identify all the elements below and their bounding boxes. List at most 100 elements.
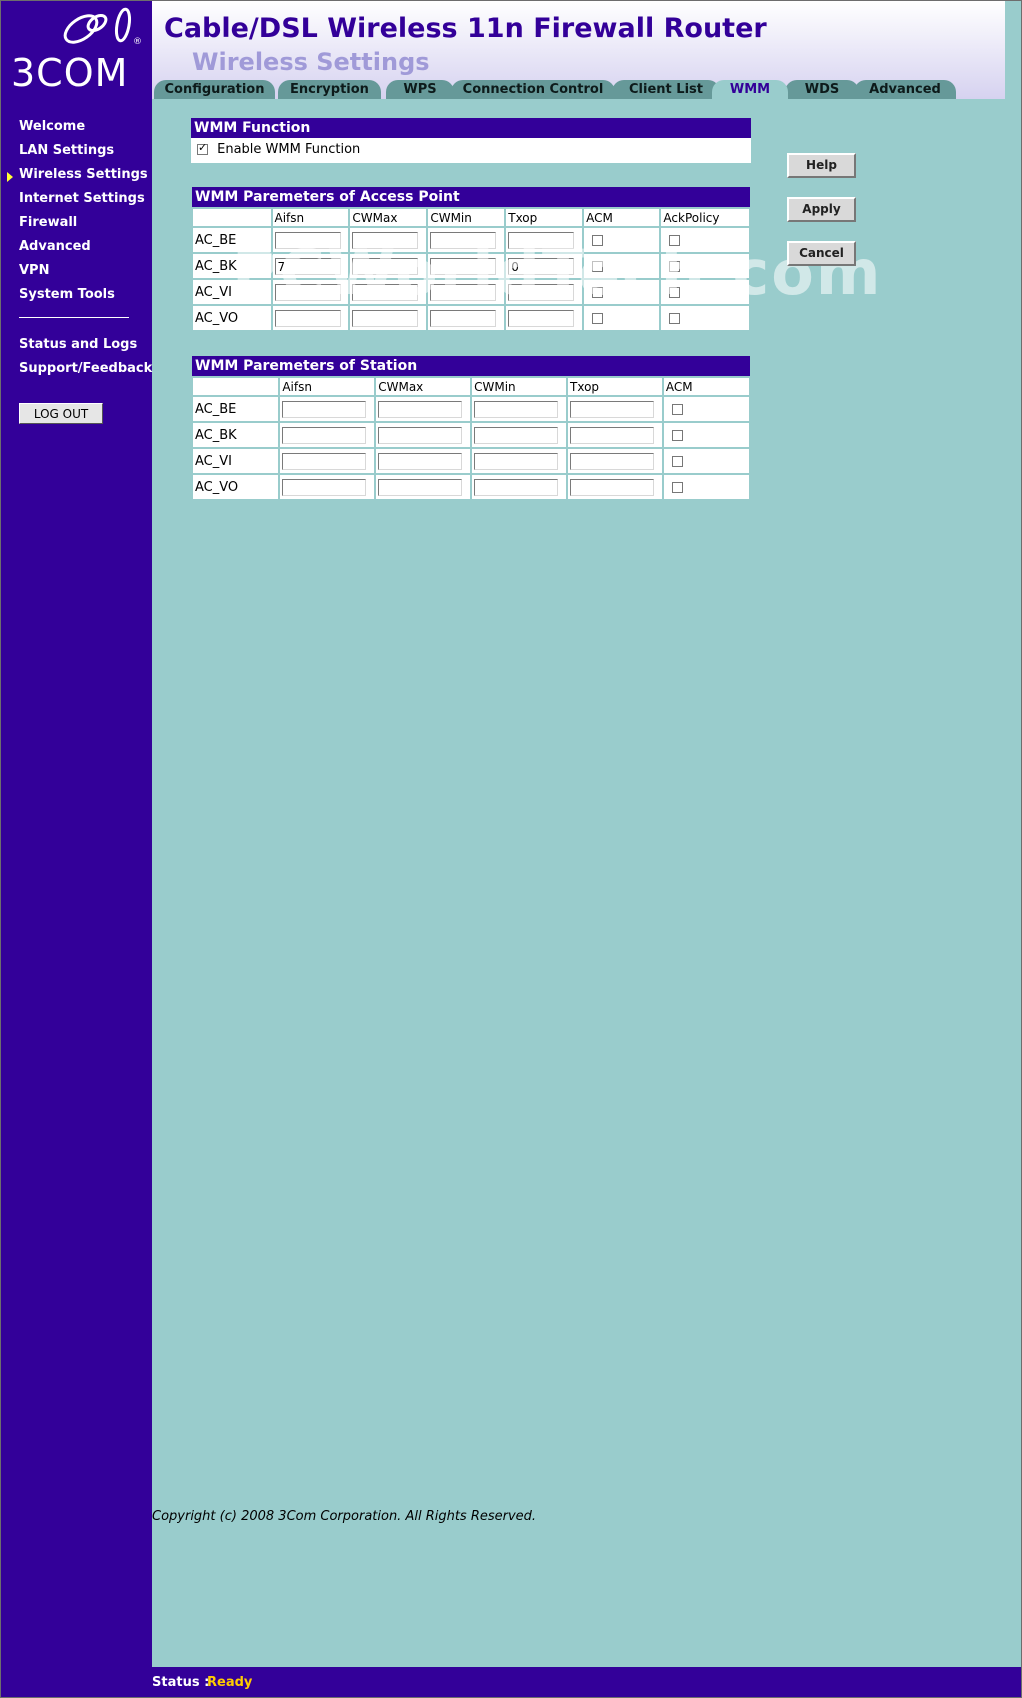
txop-input[interactable]	[508, 309, 575, 327]
acm-checkbox[interactable]	[592, 286, 604, 298]
sidebar-item-welcome[interactable]: Welcome	[1, 117, 152, 141]
ackpolicy-cell	[659, 304, 751, 332]
tab-advanced[interactable]: Advanced	[854, 80, 956, 99]
cwmax-input[interactable]	[378, 452, 463, 470]
sidebar-divider	[19, 317, 129, 318]
cwmax-input[interactable]	[352, 231, 419, 249]
acm-checkbox[interactable]	[671, 403, 683, 415]
txop-input[interactable]	[570, 400, 654, 418]
cwmin-input[interactable]	[430, 283, 497, 301]
sidebar-item-system-tools[interactable]: System Tools	[1, 285, 152, 309]
txop-input[interactable]: 0	[508, 257, 575, 275]
txop-input[interactable]	[570, 426, 654, 444]
cwmin-input[interactable]	[474, 452, 559, 470]
param-cell	[566, 473, 664, 501]
ackpolicy-checkbox[interactable]	[669, 234, 681, 246]
cwmin-input[interactable]	[430, 231, 497, 249]
sidebar-link[interactable]: Welcome	[19, 119, 85, 134]
sidebar-item-vpn[interactable]: VPN	[1, 261, 152, 285]
cwmax-input[interactable]	[352, 309, 419, 327]
cancel-button[interactable]: Cancel	[787, 241, 856, 266]
tab-client-list[interactable]: Client List	[612, 80, 720, 99]
help-button[interactable]: Help	[787, 153, 856, 178]
sidebar-link[interactable]: Internet Settings	[19, 191, 145, 206]
acm-checkbox[interactable]	[592, 312, 604, 324]
table-row: AC_VI	[191, 278, 751, 306]
tab-wds[interactable]: WDS	[785, 80, 859, 99]
txop-input[interactable]	[508, 283, 575, 301]
param-cell	[426, 278, 507, 306]
logout-button[interactable]: LOG OUT	[19, 403, 103, 424]
table-row: AC_BK 7 0	[191, 252, 751, 280]
sidebar-item-advanced[interactable]: Advanced	[1, 237, 152, 261]
ackpolicy-cell	[659, 252, 751, 280]
cwmin-input[interactable]	[430, 257, 497, 275]
param-cell	[270, 278, 351, 306]
cwmin-input[interactable]	[474, 400, 559, 418]
cwmax-input[interactable]	[378, 426, 463, 444]
txop-input[interactable]	[570, 452, 654, 470]
acm-cell	[661, 421, 752, 449]
cwmin-input[interactable]	[474, 478, 559, 496]
sidebar-item-wireless-settings[interactable]: Wireless Settings	[1, 165, 152, 189]
column-header: AckPolicy	[659, 207, 751, 228]
sidebar-link[interactable]: Firewall	[19, 215, 77, 230]
table-row: AC_VI	[190, 447, 752, 475]
acm-cell	[661, 473, 752, 501]
aifsn-input[interactable]	[274, 231, 341, 249]
sidebar-link[interactable]: Wireless Settings	[19, 167, 148, 182]
enable-wmm-checkbox[interactable]	[197, 141, 208, 155]
aifsn-input[interactable]	[282, 452, 367, 470]
tab-wmm[interactable]: WMM	[712, 80, 788, 100]
sidebar-item-lan-settings[interactable]: LAN Settings	[1, 141, 152, 165]
tab-configuration[interactable]: Configuration	[154, 80, 275, 99]
txop-input[interactable]	[508, 231, 575, 249]
param-cell	[504, 304, 585, 332]
aifsn-input[interactable]	[282, 400, 367, 418]
aifsn-input[interactable]	[274, 283, 341, 301]
sidebar-link[interactable]: LAN Settings	[19, 143, 114, 158]
acm-checkbox[interactable]	[671, 429, 683, 441]
acm-checkbox[interactable]	[671, 455, 683, 467]
acm-checkbox[interactable]	[592, 234, 604, 246]
cwmax-input[interactable]	[352, 283, 419, 301]
cwmax-input[interactable]	[378, 478, 463, 496]
sta-params-table: Aifsn CWMax CWMin Txop ACM AC_BE AC_BK AC_VI AC_…	[190, 376, 752, 501]
cwmax-input[interactable]	[378, 400, 463, 418]
ackpolicy-checkbox[interactable]	[669, 312, 681, 324]
ackpolicy-cell	[659, 278, 751, 306]
sidebar-link[interactable]: Status and Logs	[19, 337, 137, 352]
param-cell	[374, 421, 473, 449]
cwmin-input[interactable]	[474, 426, 559, 444]
param-cell	[270, 304, 351, 332]
txop-input[interactable]	[570, 478, 654, 496]
ackpolicy-checkbox[interactable]	[669, 260, 681, 272]
param-cell	[470, 421, 568, 449]
cwmax-input[interactable]	[352, 257, 419, 275]
sidebar-item-firewall[interactable]: Firewall	[1, 213, 152, 237]
sidebar-link[interactable]: Advanced	[19, 239, 91, 254]
ackpolicy-checkbox[interactable]	[669, 286, 681, 298]
sidebar-link[interactable]: Support/Feedback	[19, 361, 152, 376]
aifsn-input[interactable]	[274, 309, 341, 327]
aifsn-input[interactable]: 7	[274, 257, 341, 275]
cwmin-input[interactable]	[430, 309, 497, 327]
tab-wps[interactable]: WPS	[386, 80, 454, 99]
sidebar-item-internet-settings[interactable]: Internet Settings	[1, 189, 152, 213]
sidebar-link[interactable]: System Tools	[19, 287, 115, 302]
column-header: CWMax	[348, 207, 429, 228]
logo-text: 3COM	[11, 51, 129, 95]
param-cell	[426, 304, 507, 332]
status-label: Status :	[152, 1675, 210, 1690]
acm-checkbox[interactable]	[592, 260, 604, 272]
acm-checkbox[interactable]	[671, 481, 683, 493]
sidebar-link[interactable]: VPN	[19, 263, 49, 278]
param-cell	[426, 252, 507, 280]
tab-encryption[interactable]: Encryption	[278, 80, 381, 99]
sidebar-item-status-and-logs[interactable]: Status and Logs	[1, 335, 152, 359]
tab-connection-control[interactable]: Connection Control	[451, 80, 615, 99]
apply-button[interactable]: Apply	[787, 197, 856, 222]
sidebar-item-support-feedback[interactable]: Support/Feedback	[1, 359, 152, 383]
aifsn-input[interactable]	[282, 478, 367, 496]
aifsn-input[interactable]	[282, 426, 367, 444]
